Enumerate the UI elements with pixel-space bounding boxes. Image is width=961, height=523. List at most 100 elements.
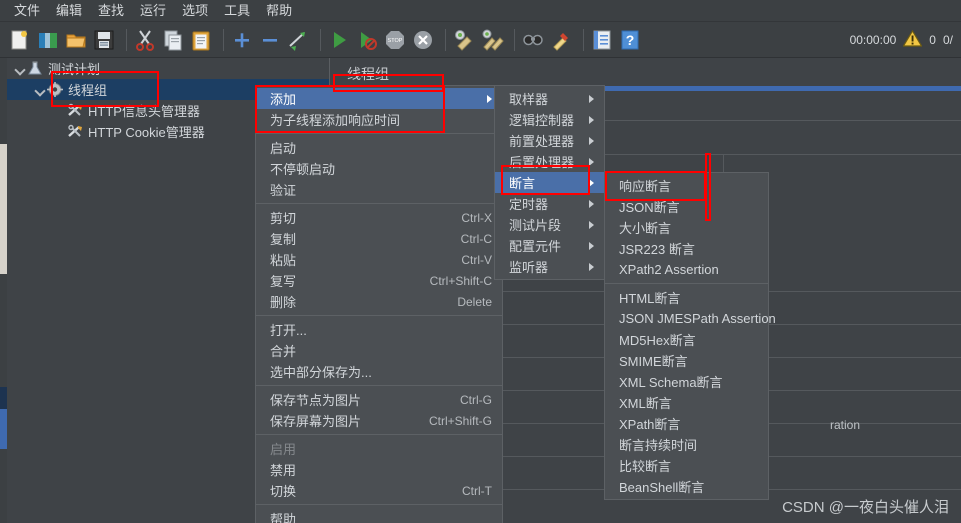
submenu-item-post-processor[interactable]: 后置处理器 (495, 151, 604, 172)
save-icon[interactable] (92, 28, 116, 52)
menu-item-disable[interactable]: 禁用 (256, 459, 502, 480)
stop-icon[interactable]: STOP (383, 28, 407, 52)
menu-item-save-screen-as-image[interactable]: 保存屏幕为图片 Ctrl+Shift-G (256, 410, 502, 431)
reset-search-icon[interactable] (549, 28, 573, 52)
assertion-item-jsr223-assertion[interactable]: JSR223 断言 (605, 238, 768, 259)
start-no-pauses-icon[interactable] (355, 28, 379, 52)
warning-icon[interactable] (902, 29, 923, 50)
templates-icon[interactable] (36, 28, 60, 52)
cut-icon[interactable] (133, 28, 157, 52)
menubar-item-run[interactable]: 运行 (132, 1, 174, 21)
menu-item-label: 前置处理器 (509, 134, 575, 149)
new-file-icon[interactable] (8, 28, 32, 52)
menu-item-label: 比较断言 (619, 459, 672, 474)
submenu-item-sampler[interactable]: 取样器 (495, 88, 604, 109)
collapse-icon[interactable] (258, 28, 282, 52)
menu-item-label: 监听器 (509, 260, 549, 275)
menu-item-label: SMIME断言 (619, 354, 688, 369)
menu-item-label: JSR223 断言 (619, 242, 695, 257)
submenu-item-config-element[interactable]: 配置元件 (495, 235, 604, 256)
menu-item-remove[interactable]: 删除 Delete (256, 291, 502, 312)
chevron-down-icon[interactable] (33, 83, 47, 97)
menu-item-save-selection-as[interactable]: 选中部分保存为... (256, 361, 502, 382)
expand-icon[interactable] (230, 28, 254, 52)
menu-item-copy[interactable]: 复制 Ctrl-C (256, 228, 502, 249)
clear-icon[interactable] (452, 28, 476, 52)
start-icon[interactable] (327, 28, 351, 52)
submenu-item-timer[interactable]: 定时器 (495, 193, 604, 214)
menu-item-label: XML断言 (619, 396, 672, 411)
context-menu[interactable]: 添加 为子线程添加响应时间 启动 不停顿启动 验证 剪切 Ctrl-X 复制 Ctrl-C 粘贴 C… (255, 85, 503, 523)
submenu-item-listener[interactable]: 监听器 (495, 256, 604, 277)
tree-node-label: HTTP Cookie管理器 (88, 125, 205, 140)
assertion-item-beanshell-assertion[interactable]: BeanShell断言 (605, 476, 768, 497)
toolbar-status: 00:00:00 0 0/ (850, 22, 953, 58)
clear-all-icon[interactable] (480, 28, 504, 52)
open-folder-icon[interactable] (64, 28, 88, 52)
assertion-submenu[interactable]: 响应断言 JSON断言大小断言 JSR223 断言 XPath2 Assertion H… (604, 172, 776, 500)
menu-item-label: 验证 (270, 183, 297, 198)
assertion-item-xml-assertion[interactable]: XML断言 (605, 392, 768, 413)
submenu-item-logic-controller[interactable]: 逻辑控制器 (495, 109, 604, 130)
menu-item-add[interactable]: 添加 (256, 88, 502, 109)
assertion-item-duration-assertion[interactable]: 断言持续时间 (605, 434, 768, 455)
menu-item-help[interactable]: 帮助 (256, 508, 502, 523)
assertion-item-smime-assertion[interactable]: SMIME断言 (605, 350, 768, 371)
menu-separator (256, 504, 502, 505)
chevron-right-icon (589, 241, 594, 250)
chevron-down-icon[interactable] (13, 62, 27, 76)
menu-item-start-no-pauses[interactable]: 不停顿启动 (256, 158, 502, 179)
assertion-item-xml-schema-assertion[interactable]: XML Schema断言 (605, 371, 768, 392)
add-submenu[interactable]: 取样器逻辑控制器前置处理器后置处理器 断言定时器测试片段配置元件监听器 (494, 85, 605, 280)
function-helper-icon[interactable] (590, 28, 614, 52)
tree-node-label: 线程组 (68, 83, 108, 98)
assertion-item-response-assertion[interactable]: 响应断言 (605, 175, 768, 196)
chevron-right-icon (589, 220, 594, 229)
chevron-right-icon (589, 178, 594, 187)
assertion-item-xpath-assertion[interactable]: XPath断言 (605, 413, 768, 434)
menu-item-paste[interactable]: 粘贴 Ctrl-V (256, 249, 502, 270)
assertion-item-json-assertion[interactable]: JSON断言 (605, 196, 768, 217)
assertion-item-json-jmespath-assertion[interactable]: JSON JMESPath Assertion (605, 308, 776, 329)
menu-item-validate[interactable]: 验证 (256, 179, 502, 200)
menu-item-shortcut: Ctrl+Shift-G (428, 413, 492, 428)
toggle-icon[interactable] (286, 28, 310, 52)
menu-item-label: 粘贴 (270, 253, 297, 268)
assertion-item-size-assertion[interactable]: 大小断言 (605, 217, 768, 238)
submenu-item-test-fragment[interactable]: 测试片段 (495, 214, 604, 235)
menu-item-label: 响应断言 (619, 179, 672, 194)
tree-node-test-plan[interactable]: 测试计划 (7, 58, 329, 79)
shutdown-icon[interactable] (411, 28, 435, 52)
search-icon[interactable] (521, 28, 545, 52)
menu-item-cut[interactable]: 剪切 Ctrl-X (256, 207, 502, 228)
assertion-item-html-assertion[interactable]: HTML断言 (605, 287, 768, 308)
jmeter-window: 文件 编辑 查找 运行 选项 工具 帮助 STOP ? 00:00:00 0 0… (0, 0, 961, 523)
menu-item-label: 定时器 (509, 197, 549, 212)
menubar-item-search[interactable]: 查找 (90, 1, 132, 21)
menu-item-add-think-times[interactable]: 为子线程添加响应时间 (256, 109, 502, 130)
submenu-item-pre-processor[interactable]: 前置处理器 (495, 130, 604, 151)
assertion-item-md5hex-assertion[interactable]: MD5Hex断言 (605, 329, 768, 350)
menu-item-open[interactable]: 打开... (256, 319, 502, 340)
menubar-item-help[interactable]: 帮助 (258, 1, 300, 21)
menu-item-toggle[interactable]: 切换 Ctrl-T (256, 480, 502, 501)
assertion-item-xpath2-assertion[interactable]: XPath2 Assertion (605, 259, 768, 280)
menu-item-label: 逻辑控制器 (509, 113, 575, 128)
menu-item-merge[interactable]: 合并 (256, 340, 502, 361)
menubar-item-edit[interactable]: 编辑 (48, 1, 90, 21)
submenu-item-assertions[interactable]: 断言 (495, 172, 604, 193)
menubar-item-options[interactable]: 选项 (174, 1, 216, 21)
menu-item-label: 启动 (270, 141, 297, 156)
help-icon[interactable]: ? (618, 28, 642, 52)
menu-item-label: 测试片段 (509, 218, 562, 233)
menu-item-start[interactable]: 启动 (256, 137, 502, 158)
menu-item-duplicate[interactable]: 复写 Ctrl+Shift-C (256, 270, 502, 291)
menu-item-label: 大小断言 (619, 221, 672, 236)
menu-item-save-node-as-image[interactable]: 保存节点为图片 Ctrl-G (256, 389, 502, 410)
paste-icon[interactable] (189, 28, 213, 52)
toolbar-separator (445, 28, 446, 51)
assertion-item-compare-assertion[interactable]: 比较断言 (605, 455, 768, 476)
copy-icon[interactable] (161, 28, 185, 52)
menubar-item-file[interactable]: 文件 (6, 1, 48, 21)
menubar-item-tools[interactable]: 工具 (216, 1, 258, 21)
